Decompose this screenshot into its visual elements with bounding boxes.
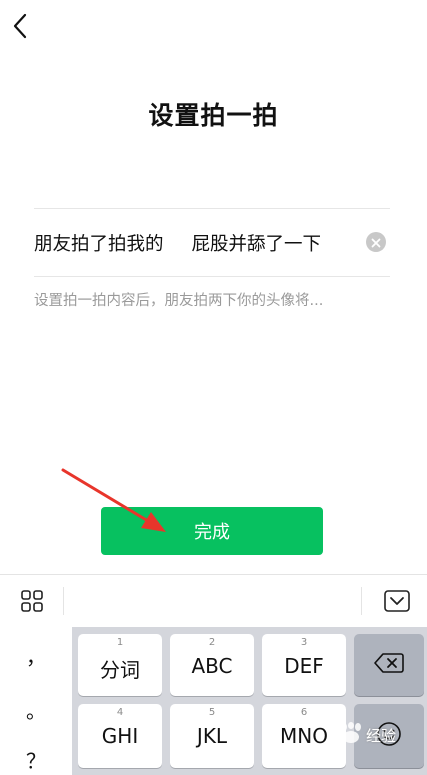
keyboard-toolbar — [0, 574, 427, 628]
input-prefix: 朋友拍了拍我的 — [34, 234, 164, 255]
key-5[interactable]: 5 JKL — [170, 704, 254, 768]
key-number: 4 — [116, 707, 124, 718]
key-6[interactable]: 6 MNO — [262, 704, 346, 768]
watermark: 经验 — [336, 722, 396, 748]
key-1[interactable]: 1 分词 — [78, 634, 162, 696]
keyboard-hide-icon[interactable] — [381, 585, 413, 617]
toolbar-separator-right — [361, 587, 362, 615]
key-4[interactable]: 4 GHI — [78, 704, 162, 768]
comma-key[interactable]: ， — [0, 641, 72, 670]
key-number: 6 — [300, 707, 308, 718]
backspace-icon — [374, 653, 404, 677]
key-label: GHI — [101, 724, 139, 748]
clear-button[interactable] — [366, 232, 386, 252]
baidu-paw-logo — [336, 722, 366, 748]
punctuation-column: ， 。 ？ — [0, 627, 72, 775]
back-button[interactable] — [6, 12, 34, 44]
toolbar-separator-left — [63, 587, 64, 615]
key-label: ABC — [191, 654, 233, 678]
input-value[interactable]: 屁股并舔了一下 — [192, 230, 322, 256]
backspace-key[interactable] — [354, 634, 424, 696]
watermark-text: 经验 — [366, 726, 397, 745]
top-divider — [34, 208, 390, 209]
key-3[interactable]: 3 DEF — [262, 634, 346, 696]
grid-icon[interactable] — [16, 585, 48, 617]
question-key[interactable]: ？ — [0, 745, 72, 774]
key-2[interactable]: 2 ABC — [170, 634, 254, 696]
key-label: 分词 — [100, 658, 140, 682]
done-button[interactable]: 完成 — [101, 507, 323, 555]
page-title: 设置拍一拍 — [148, 101, 279, 130]
key-number: 2 — [208, 637, 216, 648]
clear-circle-icon — [371, 233, 381, 252]
key-label: MNO — [280, 724, 328, 748]
hint-text: 设置拍一拍内容后，朋友拍两下你的头像将... — [34, 293, 324, 309]
period-key[interactable]: 。 — [0, 695, 72, 724]
bottom-divider — [34, 276, 390, 277]
key-label: JKL — [196, 724, 228, 748]
key-label: DEF — [284, 654, 324, 678]
key-number: 3 — [300, 637, 308, 648]
key-number: 1 — [116, 637, 124, 648]
key-number: 5 — [208, 707, 216, 718]
pat-input-field[interactable]: 朋友拍了拍我的 屁股并舔了一下 — [34, 220, 390, 266]
chevron-left-icon — [12, 13, 28, 43]
